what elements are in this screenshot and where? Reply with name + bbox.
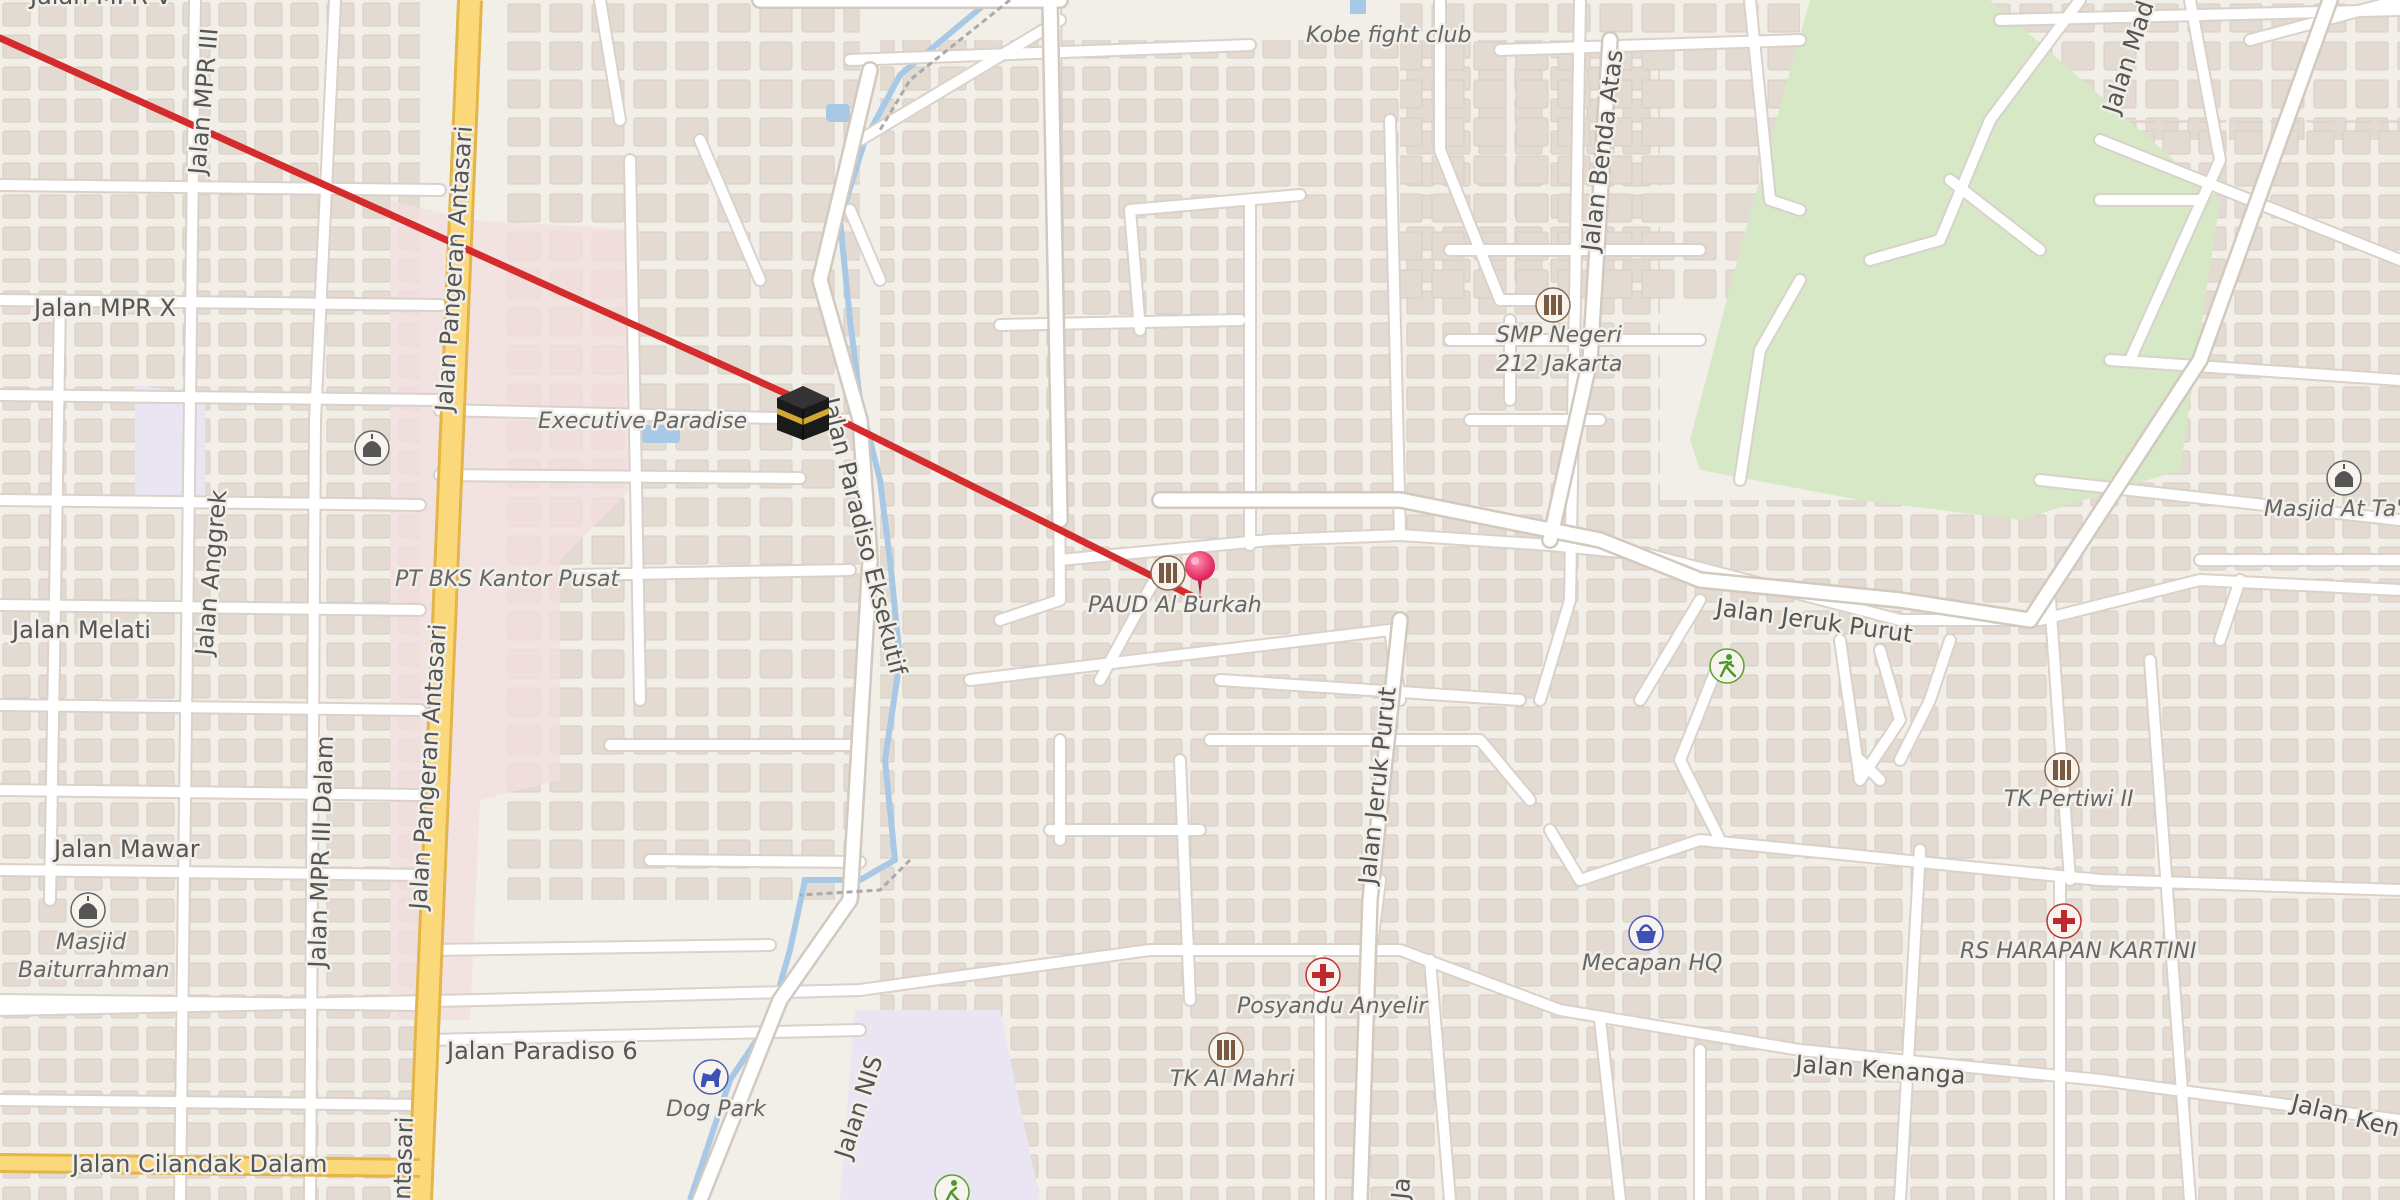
poi-label-tk-pertiwi: TK Pertiwi II (2004, 787, 2134, 812)
poi-label-dog-park: Dog Park (666, 1097, 767, 1122)
school-icon[interactable] (1150, 555, 1186, 591)
mosque-icon[interactable] (70, 892, 106, 928)
street-label-bottom-ja: Ja (1386, 1176, 1416, 1200)
school-icon[interactable] (1535, 287, 1571, 323)
map-canvas[interactable]: Jalan MPR V Jalan MPR III Jalan MPR X Ja… (0, 0, 2400, 1200)
street-label-mawar: Jalan Mawar (52, 835, 200, 863)
poi-label-tk-almahri: TK Al Mahri (1170, 1067, 1295, 1092)
poi-label-masjid-2: Baiturrahman (18, 958, 170, 983)
hospital-cross-icon[interactable] (1305, 957, 1341, 993)
school-icon[interactable] (2044, 752, 2080, 788)
poi-label-paud: PAUD Al Burkah (1088, 593, 1262, 618)
poi-label-smp-2: 212 Jakarta (1496, 352, 1622, 377)
mosque-icon[interactable] (354, 430, 390, 466)
pond (826, 104, 850, 122)
poi-label-mecapan: Mecapan HQ (1582, 951, 1722, 976)
poi-label-rs-harapan: RS HARAPAN KARTINI (1960, 939, 2196, 964)
dog-park-icon[interactable] (693, 1059, 729, 1095)
shop-basket-icon[interactable] (1628, 915, 1664, 951)
street-label-antasari-edge: ntasari (388, 1116, 419, 1200)
poi-label-kobe: Kobe fight club (1306, 23, 1471, 48)
street-label-mpr-x: Jalan MPR X (32, 294, 176, 322)
poi-label-pt-bks: PT BKS Kantor Pusat (395, 567, 621, 592)
street-label-cilandak-dalam: Jalan Cilandak Dalam (70, 1150, 327, 1178)
pond-3 (1350, 0, 1366, 14)
poi-label-masjid-1: Masjid (56, 930, 127, 955)
street-label-paradiso-6: Jalan Paradiso 6 (445, 1037, 638, 1065)
mosque-icon[interactable] (2326, 460, 2362, 496)
school-icon[interactable] (1208, 1032, 1244, 1068)
poi-label-smp-1: SMP Negeri (1496, 323, 1622, 348)
street-label-melati: Jalan Melati (10, 616, 151, 644)
poi-label-posyandu: Posyandu Anyelir (1237, 994, 1429, 1019)
street-label-mpr-v: Jalan MPR V (28, 0, 172, 10)
sport-runner-icon[interactable] (1709, 648, 1745, 684)
poi-label-masjid-at: Masjid At Ta'l (2264, 497, 2400, 522)
hospital-cross-icon[interactable] (2046, 903, 2082, 939)
poi-label-executive-paradise: Executive Paradise (538, 409, 747, 434)
